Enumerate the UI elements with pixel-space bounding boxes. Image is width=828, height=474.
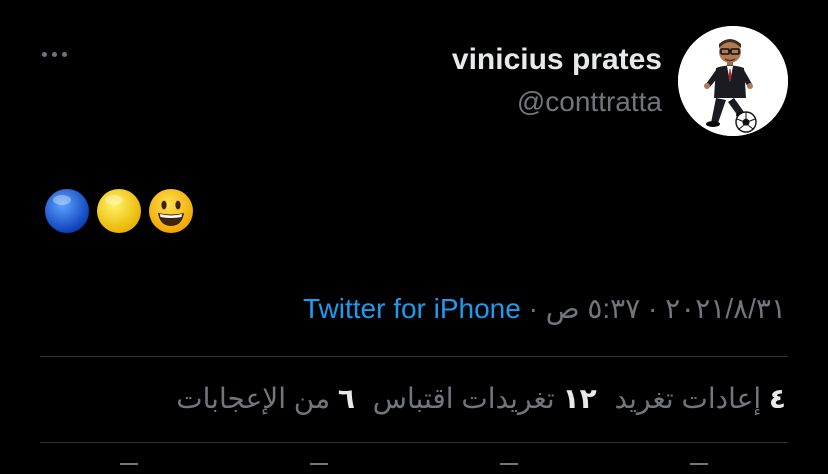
author-handle[interactable]: @conttratta [452, 82, 662, 122]
more-dot [52, 52, 57, 57]
retweets-count: ٤ [768, 383, 786, 414]
like-icon[interactable] [500, 463, 518, 474]
meta-separator: · [648, 293, 658, 324]
likes-stat[interactable]: ٦ من الإعجابات [176, 383, 355, 414]
likes-count: ٦ [337, 383, 355, 414]
more-dot [42, 52, 47, 57]
tweet-time: ٥:٣٧ ص [545, 293, 641, 324]
meta-separator: · [528, 293, 538, 324]
divider [40, 442, 788, 443]
blue-circle-emoji-icon [45, 189, 89, 233]
more-options-icon[interactable] [42, 52, 67, 57]
author-names: vinicius prates @conttratta [452, 42, 662, 122]
author-avatar[interactable] [678, 26, 788, 136]
tweet-source-link[interactable]: Twitter for iPhone [303, 293, 521, 324]
retweet-icon[interactable] [310, 463, 328, 474]
quotes-label: تغريدات اقتباس [372, 383, 555, 414]
quotes-count: ١٢ [562, 383, 597, 414]
divider [40, 356, 788, 357]
yellow-circle-emoji-icon [97, 189, 141, 233]
tweet-body [44, 188, 194, 234]
grinning-face-emoji-icon [149, 189, 193, 233]
share-icon[interactable] [690, 463, 708, 474]
action-bar [120, 463, 740, 472]
retweets-label: إعادات تغريد [614, 383, 762, 414]
tweet-date: ٢٠٢١/٨/٣١ [665, 293, 786, 324]
author-display-name[interactable]: vinicius prates [452, 42, 662, 78]
tweet-meta: ٢٠٢١/٨/٣١ · ٥:٣٧ ص · Twitter for iPhone [303, 292, 786, 325]
more-dot [62, 52, 67, 57]
reply-icon[interactable] [120, 463, 138, 474]
likes-label: من الإعجابات [176, 383, 331, 414]
retweets-stat[interactable]: ٤ إعادات تغريد [614, 383, 786, 414]
bitmoji-avatar-icon [678, 26, 788, 136]
quotes-stat[interactable]: ١٢ تغريدات اقتباس [373, 383, 597, 414]
tweet-stats: ٤ إعادات تغريد ١٢ تغريدات اقتباس ٦ من ال… [176, 382, 786, 415]
